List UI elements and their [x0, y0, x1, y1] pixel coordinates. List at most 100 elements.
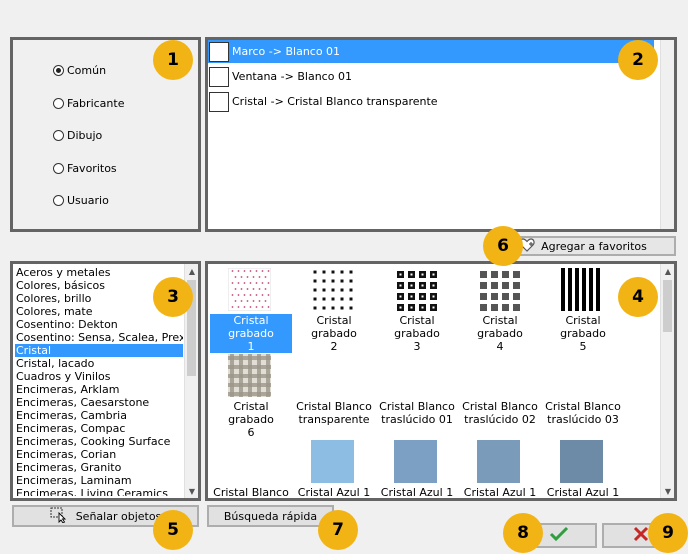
material-label: Cristal Azul 1: [459, 486, 541, 498]
material-label-line1: Cristal grabado: [394, 314, 440, 340]
material-label-line1: Cristal grabado: [560, 314, 606, 340]
material-label: Cristal grabado 6: [210, 400, 292, 439]
radio-unchecked-icon[interactable]: [53, 129, 64, 141]
material-label-line1: Cristal grabado: [228, 400, 274, 426]
material-swatch: [311, 440, 354, 483]
radio-checked-icon[interactable]: [53, 64, 64, 76]
category-item[interactable]: Encimeras, Corian: [15, 448, 183, 461]
scroll-thumb[interactable]: [663, 280, 672, 332]
quick-search-button[interactable]: Búsqueda rápida: [207, 505, 334, 527]
material-tile[interactable]: Cristal grabado 1: [210, 266, 292, 353]
material-tile[interactable]: Cristal Azul 1: [293, 438, 375, 498]
heart-plus-icon: [519, 237, 535, 255]
material-label-line1: Cristal grabado: [477, 314, 523, 340]
material-tile[interactable]: Cristal grabado 2: [293, 266, 375, 353]
material-tile[interactable]: Cristal grabado 6: [210, 352, 292, 439]
radio-option[interactable]: Dibujo: [53, 127, 102, 143]
category-item[interactable]: Cristal: [15, 344, 183, 357]
radio-label: Dibujo: [67, 128, 103, 142]
category-item[interactable]: Encimeras, Compac: [15, 422, 183, 435]
material-swatch: [560, 354, 603, 397]
material-swatch: [209, 41, 229, 62]
add-to-favorites-label: Agregar a favoritos: [541, 239, 647, 253]
material-swatch: [394, 354, 437, 397]
material-label-line2: traslúcido 02: [464, 413, 536, 426]
callout-badge-4: 4: [620, 279, 656, 315]
material-tile[interactable]: Cristal grabado 5: [542, 266, 624, 353]
material-swatch: [209, 66, 229, 87]
material-label: Cristal Azul 1: [376, 486, 458, 498]
radio-option[interactable]: Favoritos: [53, 160, 117, 176]
material-grid-panel: Cristal grabado 1 Cristal grabado 2 Cristal …: [205, 261, 677, 501]
material-tile[interactable]: Cristal Azul 1: [459, 438, 541, 498]
material-tile[interactable]: Cristal Blanco: [210, 438, 292, 498]
category-item[interactable]: Encimeras, Cooking Surface: [15, 435, 183, 448]
material-label-line1: Cristal Blanco: [213, 486, 289, 498]
callout-badge-5: 5: [155, 512, 191, 548]
category-item[interactable]: Cuadros y Vinilos: [15, 370, 183, 383]
assignment-scrollbar[interactable]: [660, 40, 674, 229]
material-label: Cristal grabado 1: [210, 314, 292, 353]
radio-option[interactable]: Fabricante: [53, 95, 124, 111]
select-objects-label: Señalar objetos: [75, 509, 162, 523]
category-item[interactable]: Cristal, lacado: [15, 357, 183, 370]
material-label: Cristal Blanco: [210, 486, 292, 498]
material-tile[interactable]: Cristal Blanco traslúcido 01: [376, 352, 458, 438]
callout-badge-6: 6: [485, 228, 521, 264]
checkmark-icon: [549, 526, 569, 545]
assignment-row[interactable]: Marco -> Blanco 01: [208, 40, 654, 63]
material-label-line1: Cristal Azul 1: [297, 486, 371, 498]
radio-unchecked-icon[interactable]: [53, 194, 64, 206]
material-label-line2: traslúcido 01: [381, 413, 453, 426]
material-label-line2: traslúcido 03: [547, 413, 619, 426]
material-tile[interactable]: Cristal grabado 4: [459, 266, 541, 353]
material-tile[interactable]: Cristal Blanco traslúcido 02: [459, 352, 541, 438]
callout-badge-3: 3: [155, 279, 191, 315]
material-swatch: [477, 440, 520, 483]
material-tile[interactable]: Cristal Blanco traslúcido 03: [542, 352, 624, 438]
quick-search-label: Búsqueda rápida: [223, 509, 318, 523]
material-swatch: [311, 268, 354, 311]
assignment-row[interactable]: Cristal -> Cristal Blanco transparente: [208, 90, 654, 113]
category-item[interactable]: Encimeras, Caesarstone: [15, 396, 183, 409]
category-item[interactable]: Cosentino: Sensa, Scalea, Prexury: [15, 331, 183, 344]
scroll-up-arrow-icon[interactable]: ▲: [185, 264, 199, 278]
radio-unchecked-icon[interactable]: [53, 97, 64, 109]
radio-label: Común: [67, 63, 107, 77]
material-grid: Cristal grabado 1 Cristal grabado 2 Cristal …: [208, 264, 658, 498]
title-area: [0, 0, 688, 31]
category-item[interactable]: Encimeras, Living Ceramics: [15, 487, 183, 496]
material-swatch: [228, 354, 271, 397]
material-label: Cristal grabado 3: [376, 314, 458, 353]
callout-badge-1: 1: [155, 42, 191, 78]
category-item[interactable]: Encimeras, Laminam: [15, 474, 183, 487]
material-swatch: [228, 440, 271, 483]
material-scrollbar[interactable]: ▲ ▼: [660, 264, 674, 498]
material-label-line1: Cristal Azul 1: [546, 486, 620, 498]
category-item[interactable]: Cosentino: Dekton: [15, 318, 183, 331]
scroll-down-arrow-icon[interactable]: ▼: [185, 484, 199, 498]
category-item[interactable]: Aceros y metales: [15, 266, 183, 279]
radio-option[interactable]: Usuario: [53, 192, 109, 208]
assignment-label: Cristal -> Cristal Blanco transparente: [232, 95, 438, 108]
category-item[interactable]: Encimeras, Cambria: [15, 409, 183, 422]
material-label-line1: Cristal grabado: [311, 314, 357, 340]
material-tile[interactable]: Cristal Azul 1: [376, 438, 458, 498]
material-tile[interactable]: Cristal Azul 1: [542, 438, 624, 498]
scroll-down-arrow-icon[interactable]: ▼: [661, 484, 675, 498]
material-swatch: [227, 267, 272, 312]
radio-option[interactable]: Común: [53, 62, 106, 78]
material-swatch: [394, 440, 437, 483]
material-swatch: [477, 354, 520, 397]
assignment-row[interactable]: Ventana -> Blanco 01: [208, 65, 654, 88]
material-label: Cristal Blanco transparente: [293, 400, 375, 426]
material-swatch: [560, 268, 603, 311]
category-item[interactable]: Encimeras, Arklam: [15, 383, 183, 396]
scroll-up-arrow-icon[interactable]: ▲: [661, 264, 675, 278]
material-tile[interactable]: Cristal Blanco transparente: [293, 352, 375, 438]
material-label-line1: Cristal Blanco: [379, 400, 455, 413]
radio-label: Favoritos: [67, 161, 117, 175]
material-tile[interactable]: Cristal grabado 3: [376, 266, 458, 353]
radio-unchecked-icon[interactable]: [53, 162, 64, 174]
category-item[interactable]: Encimeras, Granito: [15, 461, 183, 474]
